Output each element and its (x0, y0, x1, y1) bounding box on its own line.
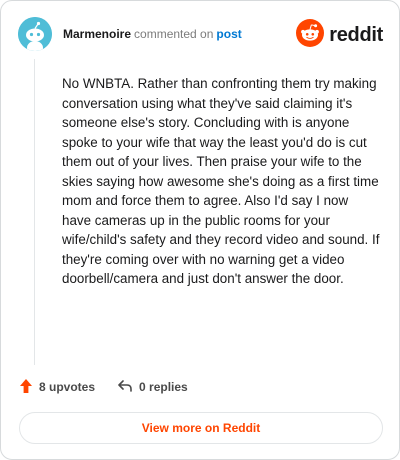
thread-line (34, 59, 35, 365)
commented-on-text: commented on (134, 27, 214, 41)
view-more-button[interactable]: View more on Reddit (19, 412, 383, 444)
comment-header: Marmenoire commented on post reddit (18, 17, 383, 53)
reddit-comment-embed-card: Marmenoire commented on post reddit No W… (0, 0, 400, 460)
reply-count: 0 replies (139, 380, 188, 394)
snoo-avatar-icon[interactable] (18, 17, 52, 51)
comment-body: No WNBTA. Rather than confronting them t… (62, 76, 380, 286)
reply-arrow-icon (117, 379, 139, 396)
post-link[interactable]: post (216, 27, 241, 41)
comment-actions: 8 upvotes 0 replies (19, 377, 188, 397)
reddit-brand[interactable]: reddit (296, 18, 383, 52)
reddit-logo-icon (296, 18, 325, 52)
reply-button[interactable]: 0 replies (117, 379, 188, 396)
upvote-count: 8 upvotes (39, 380, 96, 394)
upvote-button[interactable]: 8 upvotes (19, 378, 95, 397)
reddit-wordmark: reddit (329, 23, 383, 46)
upvote-arrow-icon (19, 378, 39, 397)
comment-byline: Marmenoire commented on post (63, 26, 242, 42)
author-name[interactable]: Marmenoire (63, 27, 131, 41)
